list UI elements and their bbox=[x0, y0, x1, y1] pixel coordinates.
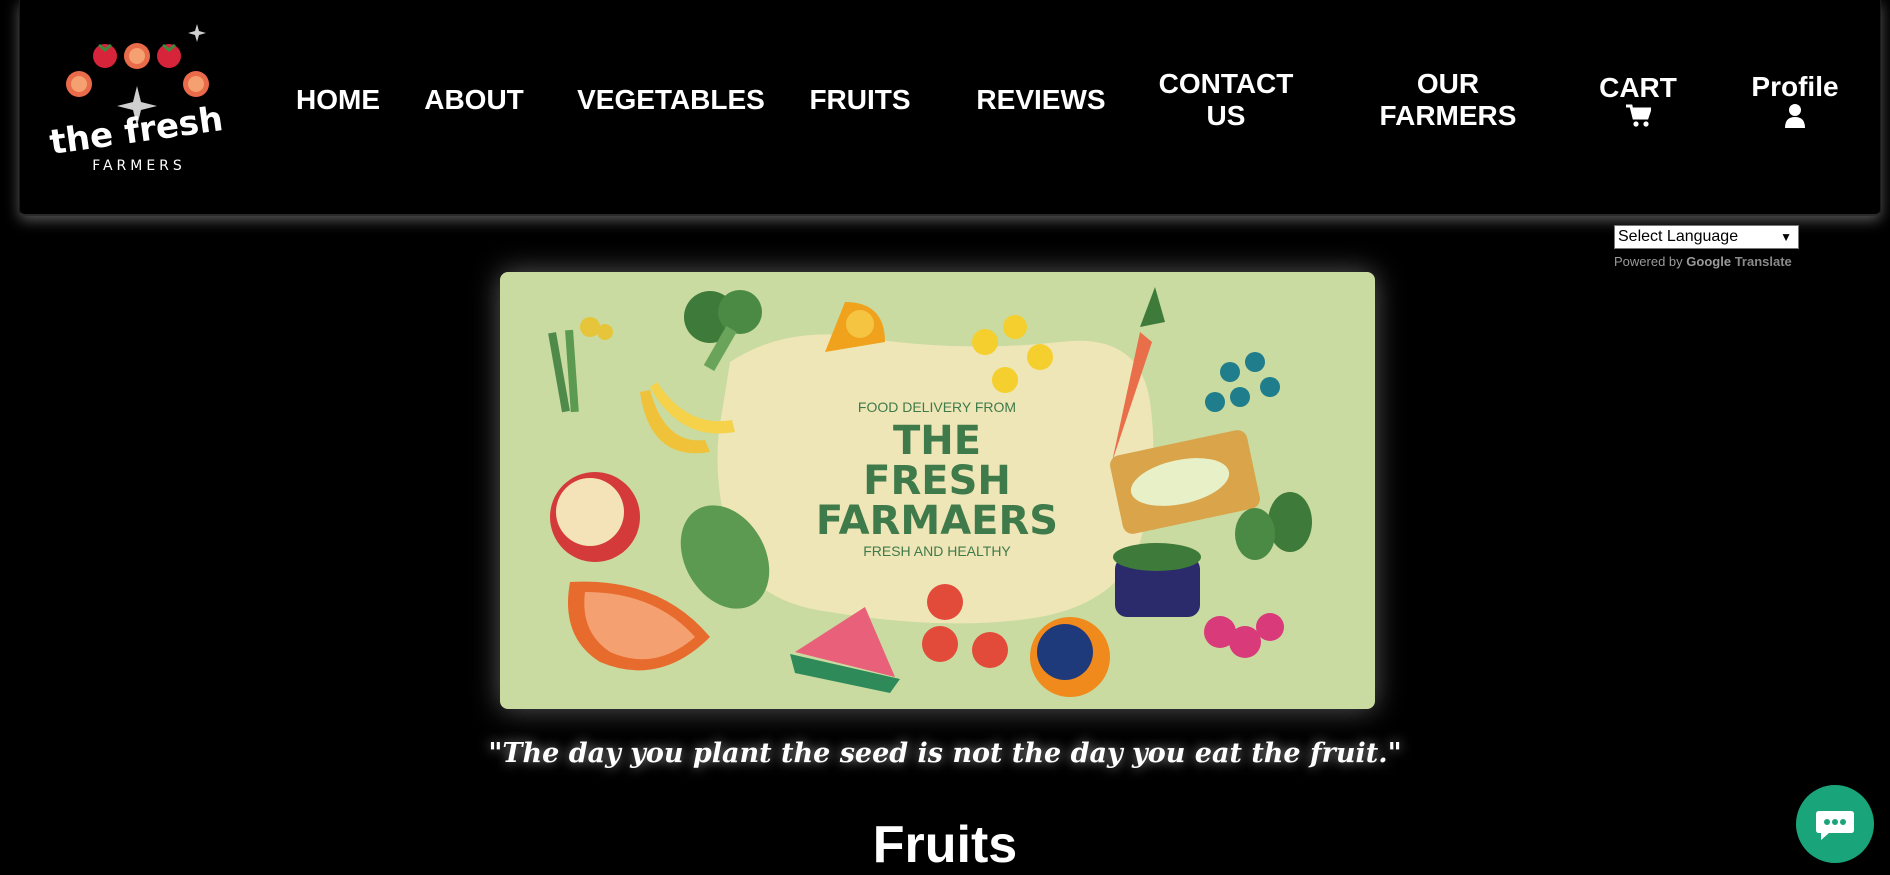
powered-by-label: Powered by bbox=[1614, 254, 1683, 269]
user-icon bbox=[1785, 104, 1805, 128]
language-select[interactable]: Select Language ▼ bbox=[1614, 225, 1799, 249]
banner-line-5: FRESH AND HEALTHY bbox=[863, 543, 1011, 559]
section-title: Fruits bbox=[872, 816, 1018, 874]
blueberries-icon bbox=[1205, 352, 1280, 412]
orange-slice-icon bbox=[568, 581, 710, 671]
translate-link[interactable]: Translate bbox=[1735, 254, 1792, 269]
hero-quote: "The day you plant the seed is not the d… bbox=[488, 738, 1402, 769]
nav-reviews[interactable]: REVIEWS bbox=[966, 0, 1116, 200]
chat-button[interactable] bbox=[1796, 785, 1874, 863]
nav-about-label: ABOUT bbox=[424, 84, 524, 115]
nav-cart-label: CART bbox=[1599, 72, 1677, 103]
watermelon-icon bbox=[790, 607, 900, 693]
nav-profile-label: Profile bbox=[1751, 71, 1839, 102]
nav-vegetables-label: VEGETABLES bbox=[577, 84, 765, 115]
nav-cart[interactable]: CART bbox=[1588, 0, 1688, 200]
logo-text-sub: FARMERS bbox=[92, 158, 186, 174]
chat-bubble-icon bbox=[1816, 811, 1854, 840]
brand-logo[interactable]: the fresh FARMERS bbox=[44, 18, 234, 178]
nav-farmers-label-2: FARMERS bbox=[1379, 100, 1517, 131]
shopping-cart-icon bbox=[1626, 104, 1651, 127]
nav-contact-label-2: US bbox=[1206, 100, 1246, 131]
hero-banner: FOOD DELIVERY FROM THE FRESH FARMAERS FR… bbox=[500, 272, 1375, 709]
nav-home-label: HOME bbox=[296, 84, 380, 115]
banner-line-1: FOOD DELIVERY FROM bbox=[858, 399, 1016, 415]
nav-farmers-label-1: OUR bbox=[1416, 68, 1480, 99]
radish-icon bbox=[1204, 613, 1284, 658]
apple-icon bbox=[550, 472, 640, 562]
nav-about[interactable]: ABOUT bbox=[409, 0, 539, 200]
banner-illustration: FOOD DELIVERY FROM THE FRESH FARMAERS FR… bbox=[548, 287, 1312, 697]
nav-contact-label-1: CONTACT bbox=[1158, 68, 1294, 99]
nav-profile[interactable]: Profile bbox=[1740, 0, 1850, 200]
powered-by-google-translate: Powered by Google Translate bbox=[1614, 254, 1792, 269]
chevron-down-icon: ▼ bbox=[1780, 230, 1792, 244]
nav-home[interactable]: HOME bbox=[278, 0, 398, 200]
sparkle-icon bbox=[188, 24, 206, 42]
google-logo: Google bbox=[1686, 254, 1732, 269]
top-navbar: the fresh FARMERS HOME ABOUT VEGETABLES … bbox=[19, 0, 1881, 216]
orange-half-icon bbox=[1030, 617, 1110, 697]
nav-fruits[interactable]: FRUITS bbox=[800, 0, 920, 200]
language-select-value: Select Language bbox=[1618, 228, 1739, 245]
nav-our-farmers[interactable]: OUR FARMERS bbox=[1373, 0, 1523, 200]
nav-contact-us[interactable]: CONTACT US bbox=[1151, 0, 1301, 200]
asparagus-icon bbox=[548, 317, 613, 413]
nav-reviews-label: REVIEWS bbox=[976, 84, 1106, 115]
nav-fruits-label: FRUITS bbox=[809, 84, 911, 115]
salad-bowl-icon bbox=[1113, 543, 1201, 617]
banner-line-4: FARMAERS bbox=[816, 498, 1058, 544]
nav-vegetables[interactable]: VEGETABLES bbox=[571, 0, 771, 200]
